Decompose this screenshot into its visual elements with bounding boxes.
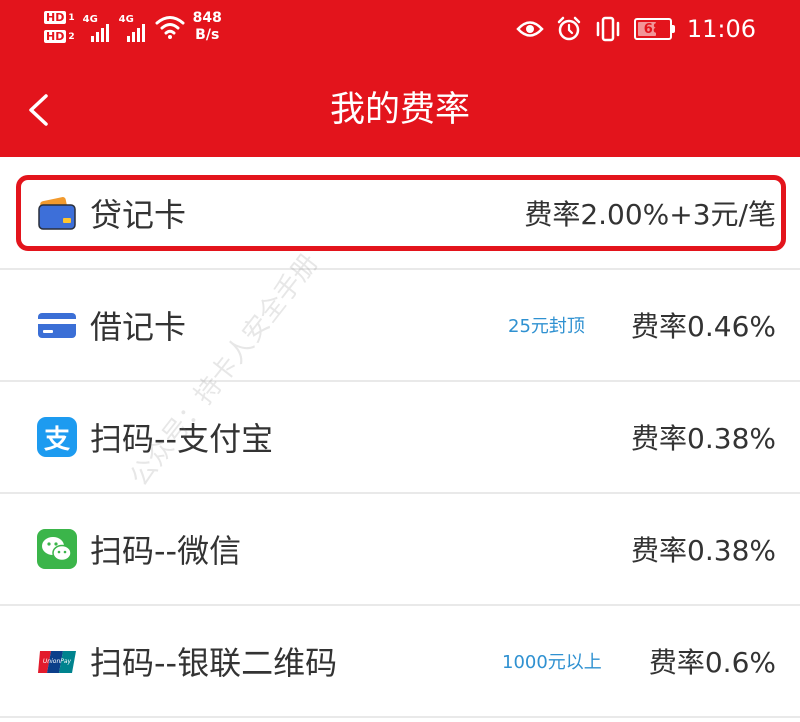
signal-bars (90, 24, 109, 42)
battery-icon: 68 (633, 18, 675, 40)
battery-level: 68 (643, 21, 662, 37)
rate-label: 借记卡 (90, 308, 187, 346)
hd-1-number: 1 (68, 12, 75, 23)
rate-label: 扫码--银联二维码 (90, 644, 338, 682)
alipay-icon: 支 (37, 417, 77, 457)
network-speed: 848 B/s (193, 10, 222, 44)
rate-row-credit-card[interactable]: 贷记卡 费率2.00%+3元/笔 (0, 157, 800, 270)
battery-tip (671, 25, 675, 33)
unionpay-icon: UnionPay (38, 651, 76, 673)
hd-icon: HD 2 (44, 30, 75, 43)
rate-value: 费率0.46% (631, 310, 776, 343)
signal-icon: 4G (83, 12, 111, 42)
rate-row-wechat[interactable]: 扫码--微信 费率0.38% (0, 494, 800, 606)
hd-1-label: HD (44, 11, 67, 24)
hd-icon: HD 1 (44, 11, 75, 24)
app-header: HD 1 HD 2 4G 4G 848 B/s 68 11:06 我的费率 (0, 0, 800, 157)
wechat-icon (37, 529, 77, 569)
rate-list: 贷记卡 费率2.00%+3元/笔 借记卡 25元封顶 费率0.46% 支 扫码-… (0, 157, 800, 718)
rate-label: 贷记卡 (90, 195, 187, 234)
rate-value: 费率2.00%+3元/笔 (524, 197, 776, 231)
rate-row-debit-card[interactable]: 借记卡 25元封顶 费率0.46% (0, 270, 800, 382)
svg-text:UnionPay: UnionPay (43, 658, 72, 665)
hd-2-label: HD (44, 30, 67, 43)
rate-note: 1000元以上 (502, 652, 602, 673)
rate-label: 扫码--支付宝 (90, 420, 274, 458)
network-speed-unit: B/s (195, 27, 220, 43)
status-bar: HD 1 HD 2 4G 4G 848 B/s 68 11:06 (0, 0, 800, 60)
signal-icon: 4G (119, 12, 147, 42)
status-bar-left: HD 1 HD 2 4G 4G 848 B/s (44, 10, 222, 44)
rate-value: 费率0.6% (648, 646, 776, 679)
network-speed-value: 848 (192, 10, 222, 26)
vibrate-icon (596, 16, 620, 42)
hd-indicators: HD 1 HD 2 (44, 11, 75, 43)
wifi-icon (155, 16, 185, 39)
debit-card-icon (38, 313, 76, 338)
page-title: 我的费率 (329, 90, 470, 130)
credit-card-icon (38, 196, 76, 230)
rate-label: 扫码--微信 (90, 532, 242, 570)
signal-bars (126, 24, 145, 42)
status-bar-right: 68 11:06 (516, 15, 756, 43)
rate-note: 25元封顶 (508, 316, 585, 337)
eye-icon (516, 21, 544, 37)
clock: 11:06 (686, 15, 756, 43)
battery-body: 68 (633, 18, 672, 40)
rate-row-unionpay[interactable]: UnionPay 扫码--银联二维码 1000元以上 费率0.6% (0, 606, 800, 718)
rate-value: 费率0.38% (631, 534, 776, 567)
svg-text:支: 支 (44, 425, 70, 455)
hd-2-number: 2 (68, 31, 75, 42)
rate-value: 费率0.38% (631, 422, 776, 455)
alarm-icon (557, 16, 581, 41)
rate-row-alipay[interactable]: 支 扫码--支付宝 费率0.38% (0, 382, 800, 494)
